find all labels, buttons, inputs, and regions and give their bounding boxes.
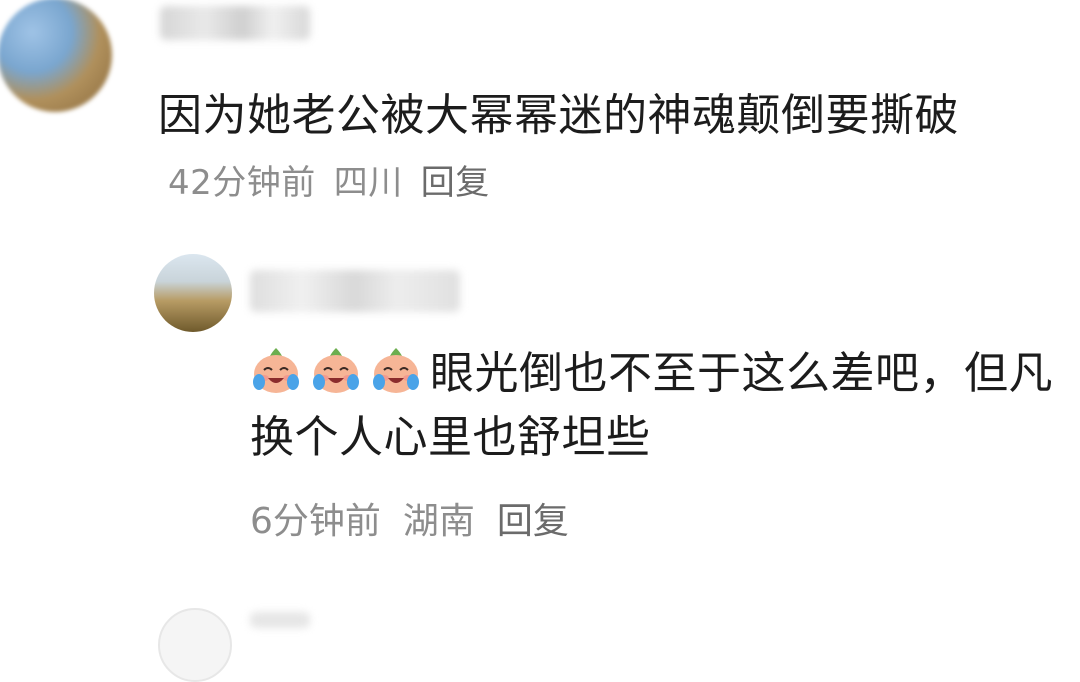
comment-text: 因为她老公被大幂幂迷的神魂颠倒要撕破 xyxy=(158,90,959,141)
reply-body: 眼光倒也不至于这么差吧，但凡换个人心里也舒坦些 xyxy=(250,342,1070,470)
avatar[interactable] xyxy=(0,0,112,112)
reply-button[interactable]: 回复 xyxy=(421,163,490,203)
reply-location: 湖南 xyxy=(402,501,475,542)
reply-button[interactable]: 回复 xyxy=(497,501,569,542)
comment-body: 因为她老公被大幂幂迷的神魂颠倒要撕破 42分钟前 四川 回复 xyxy=(158,84,1058,215)
reply-avatar[interactable] xyxy=(154,254,232,332)
reply-meta: 6分钟前 湖南 回复 xyxy=(250,494,591,550)
reply-username-blurred[interactable] xyxy=(250,270,460,312)
comment-time: 42分钟前 xyxy=(168,163,316,203)
reply-time: 6分钟前 xyxy=(250,501,381,542)
crying-laughing-peach-icon xyxy=(253,348,299,393)
comment-location: 四川 xyxy=(333,163,403,203)
next-avatar[interactable] xyxy=(158,608,232,682)
next-username-blurred[interactable] xyxy=(250,612,310,628)
crying-laughing-peach-icon xyxy=(373,348,419,393)
crying-laughing-peach-icon xyxy=(313,348,359,393)
comment-meta: 42分钟前 四川 回复 xyxy=(158,151,508,215)
username-blurred[interactable] xyxy=(160,6,310,40)
